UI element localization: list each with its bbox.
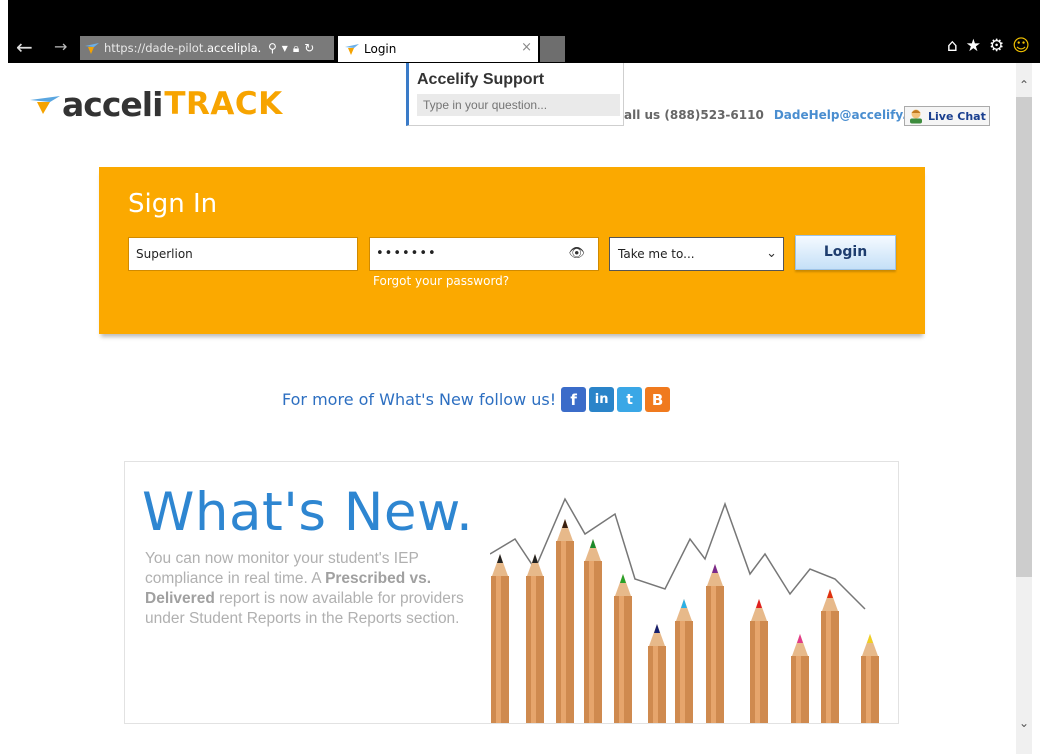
destination-select-value: Take me to... (618, 247, 695, 261)
tab-favicon-icon (345, 44, 359, 55)
contact-phone: all us (888)523-6110 (624, 108, 764, 122)
address-bar[interactable]: https://dade-pilot.accelipla... ⚲ ▾ 🔒︎ ↻ (80, 36, 334, 60)
live-chat-agent-icon (907, 108, 925, 124)
support-question-input[interactable] (417, 94, 620, 116)
logo-text-track: TRACK (164, 86, 283, 122)
url-text: https://dade-pilot.accelipla... (104, 41, 262, 55)
colored-pencils-image (490, 497, 879, 723)
follow-row: For more of What's New follow us! f in t… (282, 387, 673, 412)
password-value: ••••••• (376, 246, 437, 261)
scrollbar-thumb[interactable] (1016, 97, 1032, 577)
login-button[interactable]: Login (795, 235, 896, 270)
pencil-3 (556, 519, 574, 723)
pencil-6 (648, 624, 666, 723)
scroll-up-icon[interactable]: ⌃ (1016, 78, 1032, 96)
site-favicon-icon (84, 41, 100, 55)
whats-new-panel: What's New. You can now monitor your stu… (124, 461, 899, 724)
feedback-smiley-icon[interactable]: ☺ (1012, 36, 1030, 56)
lock-icon[interactable]: 🔒︎ (293, 41, 299, 56)
password-field[interactable]: ••••••• 👁︎ (369, 237, 599, 271)
username-value: Superlion (136, 247, 193, 261)
pencil-2 (526, 554, 544, 723)
settings-gear-icon[interactable]: ⚙ (989, 36, 1004, 56)
signin-title: Sign In (128, 189, 218, 219)
pencil-1 (491, 554, 509, 723)
pencil-11 (821, 589, 839, 723)
home-icon[interactable]: ⌂ (947, 36, 958, 56)
logo-text-acceli: acceli (62, 84, 163, 124)
tab-login[interactable]: Login × (338, 36, 538, 62)
close-tab-icon[interactable]: × (521, 40, 532, 55)
new-tab-button[interactable] (540, 36, 565, 62)
pencil-10 (791, 634, 809, 723)
forward-arrow-icon[interactable]: → (54, 36, 67, 58)
back-arrow-icon[interactable]: ← (16, 36, 33, 58)
destination-select[interactable]: Take me to... ⌄ (609, 237, 784, 271)
whats-new-title: What's New. (142, 482, 474, 543)
search-icon[interactable]: ⚲ (268, 41, 277, 56)
facebook-icon[interactable]: f (561, 387, 587, 412)
support-popup: Accelify Support (406, 63, 624, 126)
linkedin-icon[interactable]: in (589, 387, 615, 412)
blogger-icon[interactable]: B (645, 387, 671, 412)
pencil-7 (675, 599, 693, 723)
pencil-8 (706, 564, 724, 723)
reveal-password-icon[interactable]: 👁︎ (568, 238, 586, 270)
pencil-12 (861, 634, 879, 723)
pencil-4 (584, 539, 602, 723)
forgot-password-link[interactable]: Forgot your password? (373, 274, 509, 288)
refresh-icon[interactable]: ↻ (304, 41, 314, 56)
pencil-5 (614, 574, 632, 723)
scroll-down-icon[interactable]: ⌄ (1016, 716, 1032, 734)
whats-new-body: You can now monitor your student's IEP c… (145, 550, 464, 627)
username-field[interactable]: Superlion (128, 237, 358, 271)
follow-text: For more of What's New follow us! (282, 390, 557, 409)
tab-title: Login (364, 42, 397, 56)
favorites-star-icon[interactable]: ★ (966, 36, 981, 56)
support-title: Accelify Support (417, 71, 545, 88)
logo-mark-icon (30, 96, 60, 114)
chevron-down-icon: ⌄ (766, 246, 777, 261)
accelitrack-logo[interactable]: acceli TRACK (30, 84, 283, 124)
window-border (0, 0, 8, 754)
twitter-icon[interactable]: t (617, 387, 643, 412)
dropdown-icon[interactable]: ▾ (282, 41, 288, 56)
signin-panel: Sign In Superlion ••••••• 👁︎ Forgot your… (99, 167, 925, 334)
contact-info: all us (888)523-6110 DadeHelp@accelify.c… (624, 108, 935, 122)
live-chat-label: Live Chat (928, 109, 986, 123)
pencil-9 (750, 599, 768, 723)
live-chat-button[interactable]: Live Chat (904, 106, 990, 126)
